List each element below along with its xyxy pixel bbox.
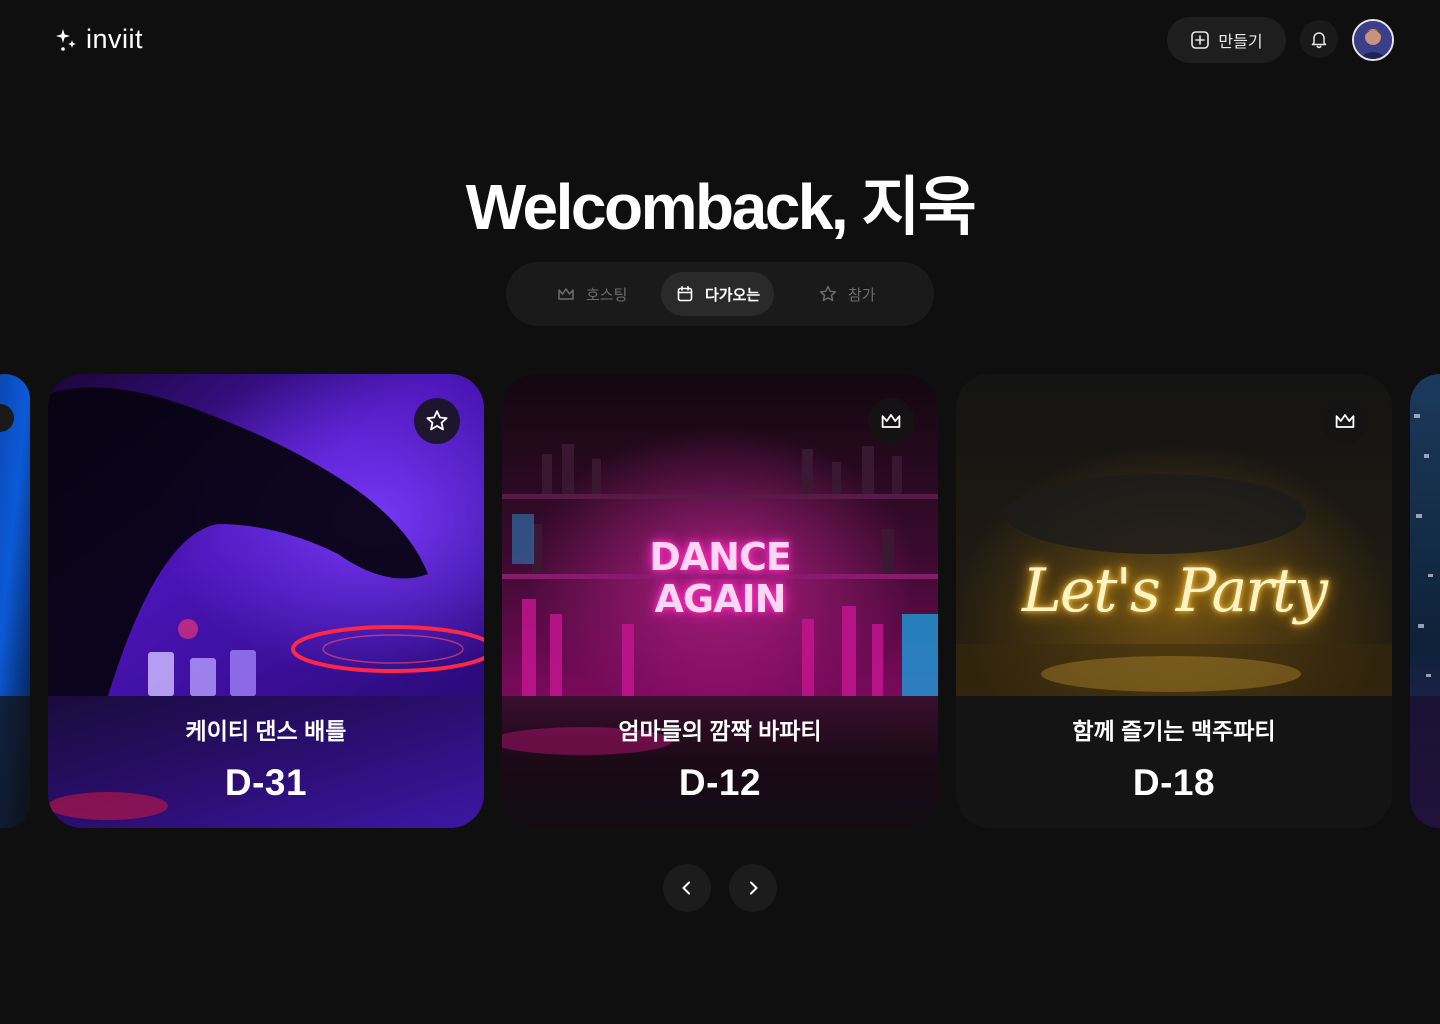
chevron-left-icon: [682, 881, 690, 895]
notification-button[interactable]: [1300, 20, 1338, 58]
user-avatar[interactable]: [1352, 19, 1394, 61]
event-filter-tabs: 호스팅 다가오는 참가: [506, 262, 934, 326]
carousel-next-button[interactable]: [729, 864, 777, 912]
event-dday: D-18: [1132, 762, 1216, 803]
bell-icon: [1311, 32, 1327, 49]
neon-sign-text: DANCE AGAIN: [502, 536, 938, 620]
event-title: 케이티 댄스 배틀: [185, 718, 347, 744]
calendar-icon: [677, 286, 693, 302]
neon-line-1: DANCE: [649, 535, 792, 579]
event-card[interactable]: Let's Party 함께 즐기는 맥주파티 D-18: [956, 374, 1392, 828]
welcome-title: Welcomback, 지욱: [465, 171, 977, 243]
event-card[interactable]: DANCE AGAIN 엄마들의 깜짝 바파티 D-12: [502, 374, 938, 828]
event-dday: D-12: [678, 762, 762, 803]
crown-icon: [881, 414, 901, 428]
create-button[interactable]: 만들기: [1167, 17, 1286, 63]
event-card[interactable]: 케이티 댄스 배틀 D-31: [48, 374, 484, 828]
logo[interactable]: inviit: [54, 24, 143, 55]
host-badge: [1322, 398, 1368, 444]
crown-icon: [1335, 414, 1355, 428]
tab-upcoming-label: 다가오는: [705, 286, 761, 304]
tab-hosting[interactable]: 호스팅: [542, 272, 641, 316]
crown-icon: [558, 288, 574, 300]
tab-joined-label: 참가: [848, 286, 876, 304]
event-title: 엄마들의 깜짝 바파티: [618, 718, 822, 744]
plus-square-icon: [1191, 31, 1210, 49]
event-title: 함께 즐기는 맥주파티: [1072, 718, 1276, 744]
tab-joined[interactable]: 참가: [804, 272, 890, 316]
favorite-button[interactable]: [414, 398, 460, 444]
star-icon: [426, 410, 448, 431]
host-badge: [868, 398, 914, 444]
neon-line-2: AGAIN: [654, 577, 787, 621]
event-card-peek-right[interactable]: [1410, 374, 1440, 828]
peek-right-image: [1410, 374, 1440, 828]
page: inviit 만들기 Welcomback, 지욱 호스팅 다가오는 참가 케이…: [0, 0, 1440, 1024]
tab-upcoming[interactable]: 다가오는: [661, 272, 775, 316]
tab-hosting-label: 호스팅: [586, 286, 628, 304]
avatar-portrait-icon: [1354, 21, 1392, 59]
create-button-label: 만들기: [1218, 34, 1263, 51]
star-icon: [819, 285, 837, 302]
sparkle-logo-icon: [56, 28, 76, 51]
peek-left-image: [0, 374, 30, 828]
event-dday: D-31: [224, 762, 308, 803]
neon-sign-text: Let's Party: [1022, 556, 1328, 626]
carousel-prev-button[interactable]: [663, 864, 711, 912]
logo-text: inviit: [86, 24, 144, 54]
event-card-peek-left[interactable]: [0, 374, 30, 828]
chevron-right-icon: [750, 881, 758, 895]
